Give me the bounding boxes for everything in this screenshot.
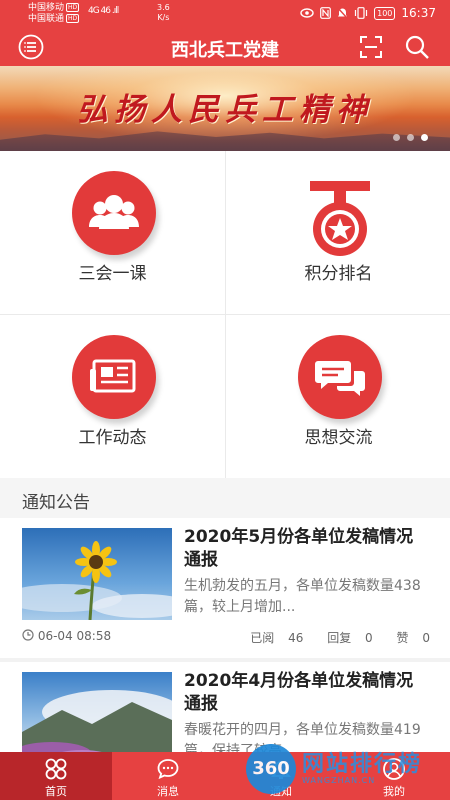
home-grid-icon xyxy=(45,758,67,780)
list-item[interactable]: 2020年4月份各单位发稿情况通报 春暖花开的四月，各单位发稿数量419篇，保持… xyxy=(0,662,450,752)
app-bar: 西北兵工党建 xyxy=(0,28,450,66)
tab-messages[interactable]: 消息 xyxy=(112,752,224,800)
hd-badge: HD xyxy=(66,3,80,12)
grid-item-label: 三会一课 xyxy=(78,264,147,284)
grid-item-label: 思想交流 xyxy=(304,428,373,448)
news-thumbnail xyxy=(22,672,172,752)
carousel-indicator xyxy=(393,134,428,141)
views-count: 已阅 46 xyxy=(240,631,303,645)
vibrate-icon xyxy=(355,7,368,19)
status-time: 16:37 xyxy=(401,6,436,20)
status-icons: 100 16:37 xyxy=(300,6,436,20)
scan-icon[interactable] xyxy=(358,34,384,60)
feature-grid: 三会一课 积分排名 工作动态 思想交流 xyxy=(0,151,450,478)
likes-count: 赞 0 xyxy=(387,631,430,645)
banner-slogan: 弘扬人民兵工精神 xyxy=(77,92,373,128)
clock-icon xyxy=(22,629,34,641)
tab-label: 首页 xyxy=(45,785,67,798)
banner-carousel[interactable]: 弘扬人民兵工精神 xyxy=(0,66,450,151)
watermark-badge: 360 xyxy=(246,744,296,794)
watermark-subtext: WANGZHAN.CN xyxy=(302,776,376,785)
nfc-icon xyxy=(320,7,332,19)
people-group-icon xyxy=(72,171,156,255)
grid-item-label: 工作动态 xyxy=(78,428,147,448)
message-icon xyxy=(157,759,179,780)
views-value: 46 xyxy=(288,631,304,645)
news-title: 2020年5月份各单位发稿情况通报 xyxy=(184,527,414,570)
news-title: 2020年4月份各单位发稿情况通报 xyxy=(184,671,414,714)
likes-value: 0 xyxy=(422,631,430,645)
medal-icon xyxy=(296,177,384,261)
grid-item-exchange[interactable]: 思想交流 xyxy=(226,315,450,478)
section-title: 通知公告 xyxy=(22,493,90,513)
newspaper-icon xyxy=(72,335,156,419)
replies-label: 回复 xyxy=(327,631,352,645)
status-bar: 中国移动 HD 中国联通 HD 4G 46 .ıll 3.6 K/s 100 16:… xyxy=(0,0,450,28)
date-text: 06-04 08:58 xyxy=(37,629,112,643)
carrier-2: 中国联通 xyxy=(28,14,65,24)
search-icon[interactable] xyxy=(404,34,430,60)
speed-value: 3.6 xyxy=(157,3,170,12)
carousel-dot-active xyxy=(421,134,428,141)
signal-icon: 4G 46 .ıll xyxy=(88,6,119,16)
news-summary: 生机勃发的五月，各单位发稿数量438篇，较上月增加... xyxy=(184,578,421,615)
tab-home[interactable]: 首页 xyxy=(0,752,112,800)
grid-item-points-ranking[interactable]: 积分排名 xyxy=(226,151,450,314)
network-speed: 3.6 K/s xyxy=(157,3,170,23)
eye-icon xyxy=(300,8,314,18)
likes-label: 赞 xyxy=(396,631,409,645)
views-label: 已阅 xyxy=(250,631,275,645)
mute-icon xyxy=(337,7,349,19)
battery-indicator: 100 xyxy=(374,6,396,20)
chat-bubbles-icon xyxy=(298,335,382,419)
replies-value: 0 xyxy=(365,631,373,645)
news-date: 06-04 08:58 xyxy=(22,629,111,643)
carrier-info: 中国移动 HD 中国联通 HD xyxy=(28,3,80,25)
watermark-text: 网站排行榜 xyxy=(302,752,423,777)
list-item[interactable]: 2020年5月份各单位发稿情况通报 生机勃发的五月，各单位发稿数量438篇，较上… xyxy=(0,518,450,658)
carousel-dot xyxy=(393,134,400,141)
news-thumbnail xyxy=(22,528,172,620)
carousel-dot xyxy=(407,134,414,141)
replies-count: 回复 0 xyxy=(317,631,372,645)
watermark: 360 网站排行榜 WANGZHAN.CN xyxy=(240,740,450,800)
news-stats: 已阅 46 回复 0 赞 0 xyxy=(230,629,430,646)
carrier-1: 中国移动 xyxy=(28,3,65,13)
hd-badge: HD xyxy=(66,14,80,23)
grid-item-meetings[interactable]: 三会一课 xyxy=(0,151,225,314)
grid-item-label: 积分排名 xyxy=(304,264,373,284)
tab-label: 消息 xyxy=(157,785,179,798)
notice-section-header: 通知公告 xyxy=(0,478,450,518)
speed-unit: K/s xyxy=(157,13,170,22)
grid-item-work-news[interactable]: 工作动态 xyxy=(0,315,225,478)
